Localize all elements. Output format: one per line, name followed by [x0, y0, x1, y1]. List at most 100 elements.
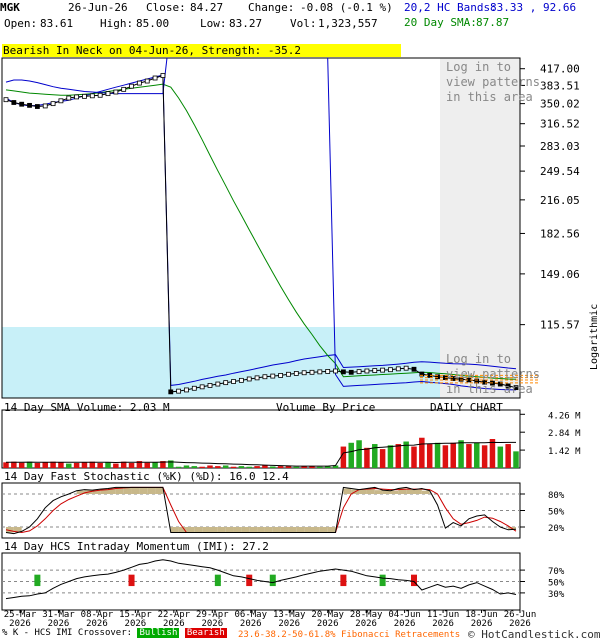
volume-bar	[183, 465, 190, 468]
price-candle	[388, 367, 393, 373]
volume-bar	[513, 451, 519, 468]
price-candle	[160, 73, 166, 78]
stoch-oversold-fill	[304, 527, 312, 533]
price-tick-label: 350.02	[540, 98, 580, 111]
price-tick-label: 182.56	[540, 227, 580, 240]
stoch-oversold-fill	[288, 527, 297, 533]
volume-bar	[395, 444, 402, 468]
price-tick-label: 316.52	[540, 118, 580, 131]
x-tick-year-label: 2026	[432, 619, 454, 629]
stoch-oversold-fill	[280, 527, 289, 533]
price-candle	[372, 368, 378, 373]
volume-by-price-band	[2, 327, 440, 398]
open-value: 83.61	[40, 17, 74, 30]
footer-bearish-badge: Bearish	[184, 628, 227, 638]
bands-label: 20,2 HC Bands:	[404, 1, 497, 14]
stoch-overbought-fill	[139, 487, 148, 494]
stoch-panel-title: 14 Day Fast Stochastic (%K) (%D): 16.0 1…	[4, 470, 289, 483]
daily-chart-label: DAILY CHART	[430, 401, 503, 414]
imi-bullish-signal	[34, 574, 41, 587]
volume-bar	[497, 446, 504, 468]
stoch-oversold-fill	[319, 527, 328, 533]
open-label: Open:	[4, 17, 38, 30]
stoch-overbought-fill	[421, 490, 430, 494]
volume-bar	[450, 442, 456, 468]
volume-panel-title: 14 Day SMA Volume: 2.03 M	[4, 401, 170, 414]
price-candle	[395, 366, 401, 372]
volume-bar	[379, 449, 386, 468]
volume-bar	[481, 445, 488, 468]
price-candle	[215, 381, 221, 387]
low-label: Low:	[200, 17, 227, 30]
price-candle	[340, 369, 346, 375]
stoch-overbought-fill	[382, 490, 391, 494]
volume-bar	[199, 466, 205, 468]
volume-bar	[73, 462, 80, 468]
stoch-oversold-fill	[272, 527, 281, 533]
price-candle	[238, 377, 244, 383]
x-tick-year-label: 2026	[355, 619, 377, 629]
volume-bar	[317, 466, 323, 468]
volume-bar	[277, 466, 284, 468]
volume-tick-label: 2.84 M	[548, 429, 581, 439]
volume-bar	[293, 466, 300, 468]
stoch-overbought-fill	[131, 487, 140, 494]
volume-bar	[105, 462, 111, 468]
price-candle	[136, 80, 142, 86]
price-candle	[129, 83, 134, 89]
price-candle	[34, 104, 40, 109]
volume-bar	[419, 437, 425, 468]
price-candle	[278, 372, 284, 378]
price-tick-label: 283.03	[540, 140, 580, 153]
price-candle	[3, 97, 9, 103]
stoch-oversold-fill	[202, 527, 210, 533]
volume-bar	[474, 442, 480, 468]
imi-bullish-signal	[269, 574, 276, 587]
volume-bar	[3, 462, 9, 468]
volume-bar	[458, 440, 464, 468]
price-candle	[74, 94, 80, 100]
price-candle	[286, 371, 291, 377]
stoch-tick-label: 80%	[548, 491, 565, 501]
price-tick-label: 383.51	[540, 79, 580, 92]
volume-bar	[34, 462, 41, 468]
login-prompt-bottom[interactable]: Log in to view patterns in this area	[446, 352, 540, 397]
price-candle	[254, 375, 260, 381]
price-candle	[403, 365, 409, 371]
price-candle	[309, 369, 315, 375]
volume-bar	[58, 462, 64, 468]
stoch-overbought-fill	[123, 487, 132, 494]
price-axis-scale-label: Logarithmic	[589, 304, 600, 370]
price-candle	[207, 383, 213, 388]
change-label: Change:	[248, 1, 295, 14]
price-candle	[82, 93, 87, 99]
stoch-oversold-fill	[241, 527, 250, 533]
close-value: 84.27	[190, 1, 224, 14]
x-tick-year-label: 2026	[278, 619, 300, 629]
price-candle	[380, 367, 386, 373]
price-candle	[58, 98, 64, 104]
login-prompt-top[interactable]: Log in to view patterns in this area	[446, 60, 540, 105]
imi-bullish-signal	[379, 574, 386, 587]
volume-bar	[466, 444, 472, 468]
imi-bearish-signal	[246, 574, 253, 587]
stoch-oversold-fill	[13, 527, 22, 532]
price-candle	[301, 370, 307, 376]
quote-date: 26-Jun-26	[68, 1, 128, 14]
low-value: 83.27	[229, 17, 263, 30]
stoch-oversold-fill	[217, 527, 226, 533]
volume-bar	[42, 462, 48, 468]
volume-bar	[66, 463, 72, 468]
volume-tick-label: 4.26 M	[548, 411, 581, 421]
price-candle	[89, 93, 95, 99]
sma-value: 87.87	[476, 16, 510, 29]
price-candle	[152, 75, 158, 81]
price-candle	[246, 376, 252, 382]
volume-bar	[128, 462, 135, 468]
footer-legend: % K - HCS IMI Crossover: Bullish Bearish	[2, 628, 227, 638]
x-tick-year-label: 2026	[317, 619, 339, 629]
stoch-overbought-fill	[343, 488, 352, 494]
stoch-overbought-fill	[374, 490, 383, 494]
volume-bar	[254, 466, 260, 468]
imi-bullish-signal	[214, 574, 221, 587]
